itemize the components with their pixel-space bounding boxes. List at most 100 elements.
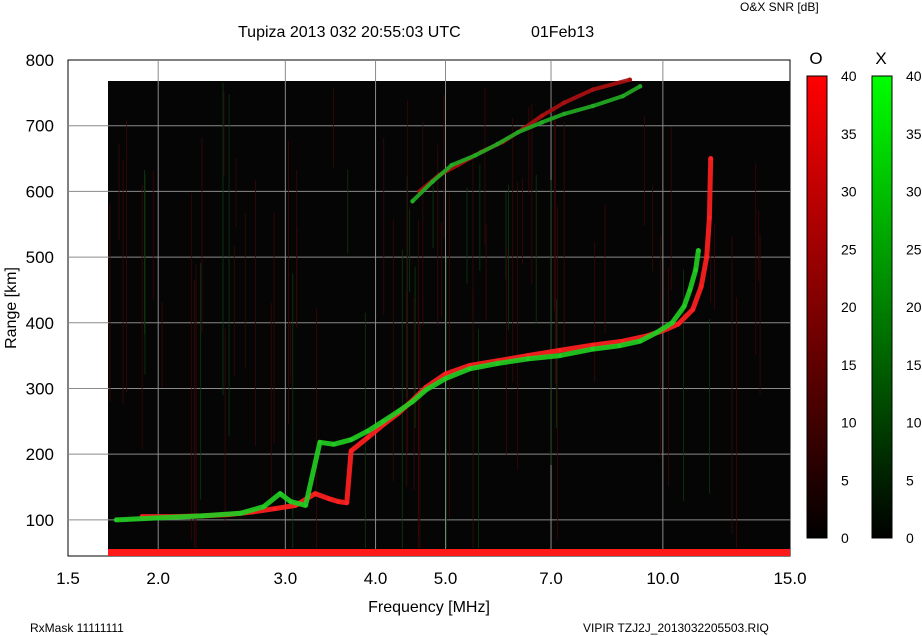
chart-title: Tupiza 2013 032 20:55:03 UTC [238, 24, 461, 41]
trace-point [690, 307, 695, 312]
trace-point [473, 153, 478, 158]
trace-point [277, 491, 283, 496]
trace-point [557, 348, 563, 353]
trace-point [637, 84, 643, 89]
trace-point [288, 499, 293, 504]
colorbar-tick: 5 [841, 472, 849, 488]
trace-point [423, 387, 429, 392]
x-tick-label: 10.0 [646, 569, 679, 588]
chart-date: 01Feb13 [531, 24, 594, 41]
x-tick-label: 7.0 [539, 569, 563, 588]
colorbar-tick: 35 [906, 126, 922, 142]
trace-point [331, 442, 336, 447]
trace-point [348, 437, 354, 442]
trace-point [272, 506, 277, 511]
colorbar-x-ticks: 40 35 30 25 20 15 10 5 0 [906, 68, 922, 546]
snr-label: O&X SNR [dB] [740, 0, 819, 14]
y-axis-label: Range [km] [3, 267, 20, 349]
trace-point [696, 248, 701, 253]
y-tick-label: 200 [26, 445, 54, 464]
trace-point [313, 491, 318, 496]
trace-point [707, 215, 712, 220]
trace-point [654, 330, 659, 335]
trace-point [114, 517, 119, 523]
colorbar-tick: 15 [841, 357, 857, 373]
colorbar-tick: 30 [841, 184, 857, 200]
file-label: VIPIR TZJ2J_2013032205503.RIQ [583, 621, 769, 635]
y-tick-label: 400 [26, 314, 54, 333]
colorbar-tick: 0 [841, 530, 849, 546]
colorbar-tick: 40 [906, 68, 922, 84]
x-axis-label: Frequency [MHz] [368, 599, 490, 616]
y-tick-label: 500 [26, 248, 54, 267]
trace-point [687, 287, 693, 293]
trace-point [261, 504, 266, 509]
colorbar-o-label: O [809, 49, 822, 68]
colorbar-tick: 20 [906, 299, 922, 315]
colorbar-o-ticks: 40 35 30 25 20 15 10 5 0 [841, 68, 857, 546]
trace-point [620, 93, 625, 99]
colorbar-tick: 5 [906, 472, 914, 488]
x-tick-label: 4.0 [364, 569, 388, 588]
trace-point [410, 199, 415, 204]
trace-point [590, 346, 596, 352]
ionogram-chart: Tupiza 2013 032 20:55:03 UTC 01Feb13 O&X… [3, 0, 922, 635]
y-tick-label: 100 [26, 511, 54, 530]
x-tick-label: 2.0 [146, 569, 170, 588]
colorbar-tick: 10 [841, 415, 857, 431]
trace-point [238, 511, 243, 516]
y-tick-label: 300 [26, 379, 54, 398]
trace-point [675, 321, 681, 327]
y-tick-label: 800 [26, 51, 54, 70]
data-area [108, 81, 790, 556]
colorbar-tick: 15 [906, 357, 922, 373]
x-tick-label: 3.0 [274, 569, 298, 588]
trace-point [637, 338, 643, 344]
colorbar-tick: 35 [841, 126, 857, 142]
colorbar-x-label: X [875, 49, 886, 68]
trace-point [698, 284, 704, 289]
trace-point [335, 499, 341, 504]
x-tick-label: 1.5 [56, 569, 80, 588]
trace-point [627, 77, 633, 82]
ground-band [108, 549, 790, 556]
trace-point [326, 496, 332, 502]
x-tick-label: 5.0 [434, 569, 458, 588]
trace-point [303, 503, 308, 508]
trace-point [590, 87, 596, 92]
trace-point [539, 120, 545, 125]
trace-point [561, 111, 567, 117]
trace-point [365, 435, 370, 440]
trace-point [443, 376, 448, 381]
trace-point [396, 409, 401, 414]
x-tick-label: 15.0 [773, 569, 806, 588]
trace-point [410, 399, 415, 404]
trace-point [515, 130, 521, 135]
trace-point [467, 366, 472, 371]
rxmask-label: RxMask 11111111 [30, 621, 124, 635]
colorbar-tick: 30 [906, 184, 922, 200]
trace-point [381, 419, 386, 424]
trace-point [317, 440, 323, 445]
trace-point [199, 513, 205, 519]
colorbar-tick: 10 [906, 415, 922, 431]
trace-point [557, 353, 563, 358]
trace-point [156, 515, 161, 521]
y-tick-label: 600 [26, 182, 54, 201]
trace-point [681, 304, 687, 309]
trace-point [616, 343, 622, 348]
trace-point [449, 162, 454, 168]
trace-point [525, 356, 530, 362]
colorbar-tick: 25 [906, 241, 922, 257]
trace-point [704, 254, 709, 260]
trace-point [539, 113, 545, 119]
y-tick-labels: 100 200 300 400 500 600 700 800 [26, 51, 54, 530]
trace-point [495, 141, 500, 147]
colorbar-o [806, 75, 828, 539]
trace-point [590, 103, 596, 109]
colorbar-tick: 40 [841, 68, 857, 84]
colorbar-tick: 20 [841, 299, 857, 315]
trace-point [495, 361, 500, 366]
trace-point [344, 500, 350, 505]
trace-point [348, 448, 354, 454]
